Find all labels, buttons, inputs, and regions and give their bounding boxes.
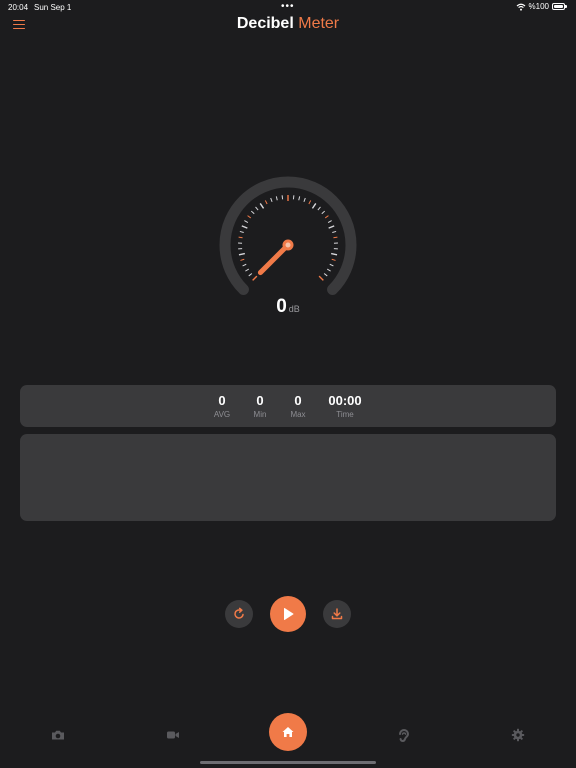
gauge-tick <box>264 200 268 205</box>
gauge-tick <box>240 258 245 261</box>
ear-icon <box>399 729 410 742</box>
stat-avg-label: AVG <box>213 410 231 419</box>
gauge-tick <box>241 225 248 229</box>
gauge-tick <box>324 215 329 219</box>
gauge-tick <box>244 220 249 223</box>
tab-video[interactable] <box>166 728 180 742</box>
gauge-tick <box>326 268 331 272</box>
stat-time-value: 00:00 <box>328 393 362 408</box>
camera-icon <box>52 730 64 740</box>
stat-time-label: Time <box>336 410 354 419</box>
home-indicator[interactable] <box>200 761 376 764</box>
gauge-tick <box>332 230 337 233</box>
gauge-tick <box>323 273 328 277</box>
battery-percent: %100 <box>528 2 549 11</box>
stat-min: 0 Min <box>243 393 277 420</box>
gauge-tick <box>245 268 250 272</box>
level-chart-area <box>20 434 556 521</box>
stat-max: 0 Max <box>281 393 315 420</box>
app-title-accent: Meter <box>298 15 340 32</box>
stat-min-value: 0 <box>256 393 264 408</box>
home-icon <box>282 727 294 737</box>
gauge-tick <box>255 206 259 211</box>
stat-max-label: Max <box>290 410 306 419</box>
gauge-tick <box>327 220 332 223</box>
refresh-icon <box>234 607 244 619</box>
gauge-tick <box>275 196 278 201</box>
tab-hearing[interactable] <box>396 728 410 742</box>
stat-avg: 0 AVG <box>205 393 239 420</box>
battery-icon <box>552 2 568 11</box>
video-icon <box>167 731 179 739</box>
gauge-tick <box>328 225 335 229</box>
app-title: Decibel Meter <box>0 15 576 33</box>
gauge-tick <box>308 200 312 205</box>
multitasking-dots-icon[interactable]: ••• <box>281 1 295 12</box>
stats-card: 0 AVG 0 Min 0 Max 00:00 Time <box>20 385 556 427</box>
gauge-tick <box>298 196 301 201</box>
stat-min-label: Min <box>253 410 267 419</box>
status-time: 20:04 <box>8 3 29 12</box>
gauge-tick <box>311 203 317 209</box>
gauge-tick <box>238 252 245 256</box>
gauge-tick <box>318 275 324 281</box>
reset-button[interactable] <box>225 600 253 628</box>
wifi-icon <box>516 3 525 11</box>
tab-home[interactable] <box>269 713 307 751</box>
gauge-tick <box>242 263 247 267</box>
status-right: %100 <box>516 2 568 11</box>
gauge-tick <box>333 236 338 239</box>
stat-time: 00:00 Time <box>320 393 370 420</box>
gauge-tick <box>331 258 336 261</box>
download-icon <box>331 608 343 620</box>
gauge-unit: dB <box>288 304 300 314</box>
gauge-tick <box>321 210 326 215</box>
play-button[interactable] <box>270 596 306 632</box>
gauge-tick <box>317 206 321 211</box>
stat-avg-value: 0 <box>218 393 226 408</box>
gauge-needle <box>257 242 291 276</box>
gauge-tick <box>252 275 258 281</box>
gauge-readout: 0 dB <box>0 296 576 318</box>
status-date: Sun Sep 1 <box>34 3 72 12</box>
tab-settings[interactable] <box>511 728 525 742</box>
gauge-tick <box>259 203 265 209</box>
gear-icon <box>511 728 525 742</box>
save-button[interactable] <box>323 600 351 628</box>
app-title-main: Decibel <box>236 15 294 32</box>
gauge-value: 0 <box>276 296 287 317</box>
gauge-ticks <box>238 195 338 281</box>
stat-max-value: 0 <box>294 393 302 408</box>
gauge-tick <box>331 252 338 256</box>
gauge-tick <box>239 230 244 233</box>
gauge-tick <box>303 197 306 203</box>
status-bar: 20:04 Sun Sep 1 ••• %100 <box>0 0 576 14</box>
gauge-hub-inner <box>285 242 291 248</box>
gauge-tick <box>247 215 252 219</box>
gauge-tick <box>270 197 273 203</box>
gauge-tick <box>329 263 334 267</box>
gauge-tick <box>248 273 253 277</box>
gauge-tick <box>250 210 255 215</box>
gauge-tick <box>238 236 243 239</box>
tab-camera[interactable] <box>51 728 65 742</box>
play-icon <box>284 608 294 620</box>
